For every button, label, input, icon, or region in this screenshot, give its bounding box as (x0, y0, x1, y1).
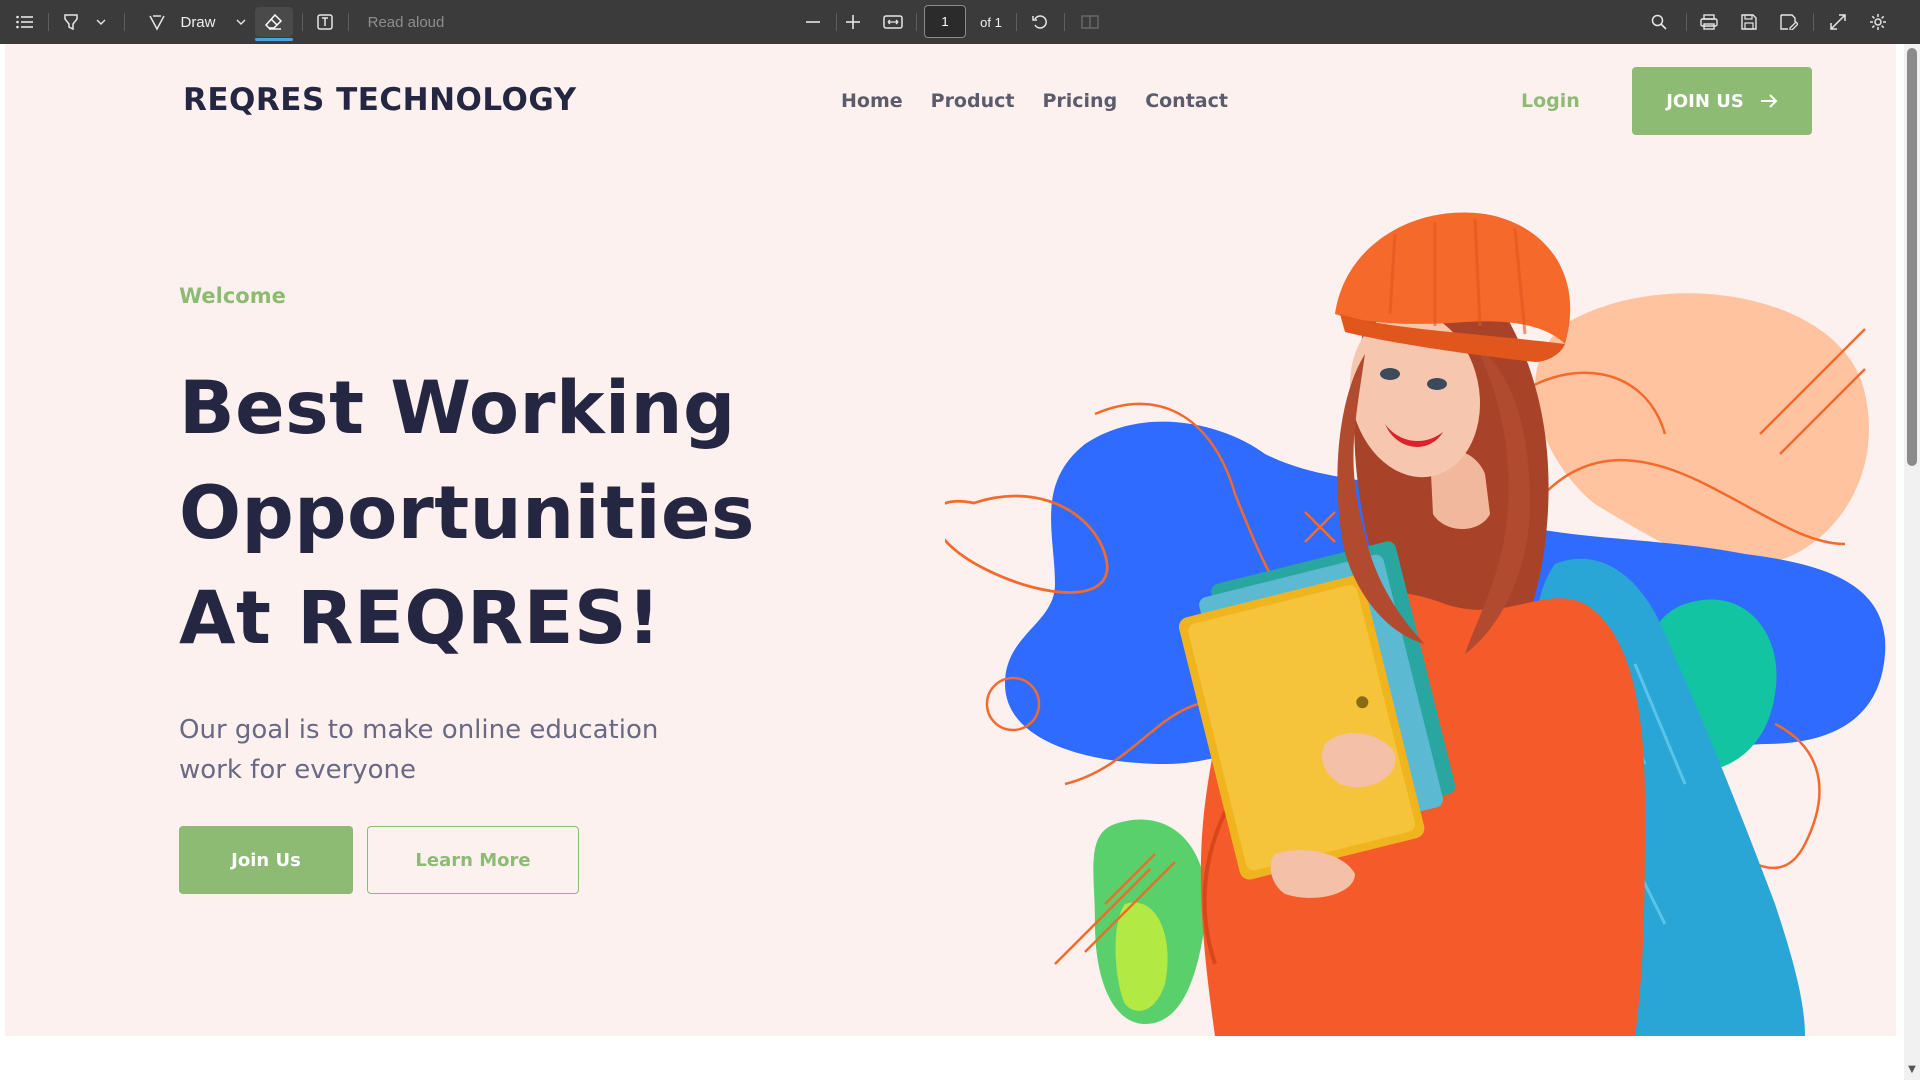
nav-contact[interactable]: Contact (1145, 90, 1228, 112)
login-link[interactable]: Login (1521, 90, 1580, 112)
hero-subtitle: Our goal is to make online education wor… (179, 715, 659, 785)
toolbar-divider (302, 13, 303, 31)
print-icon[interactable] (1696, 7, 1722, 37)
zoom-in-icon[interactable] (840, 7, 866, 37)
headline-line-2: Opportunities (179, 471, 755, 556)
draw-icon[interactable] (144, 7, 170, 37)
brand-logo[interactable]: REQRES TECHNOLOGY (183, 82, 577, 118)
hero-headline: Best Working Opportunities At REQRES! (179, 356, 939, 671)
pdf-toolbar: Draw Read aloud 1 of 1 (0, 0, 1920, 44)
page-total: of 1 (980, 14, 1002, 30)
toolbar-divider (836, 13, 837, 31)
draw-label[interactable]: Draw (178, 7, 218, 37)
two-page-icon[interactable] (1077, 7, 1103, 37)
toolbar-divider (1813, 13, 1814, 31)
fullscreen-icon[interactable] (1825, 7, 1851, 37)
join-us-button[interactable]: Join Us (179, 826, 353, 894)
hero-illustration (945, 212, 1886, 1036)
learn-more-button[interactable]: Learn More (367, 826, 579, 894)
main-nav: Home Product Pricing Contact (841, 90, 1228, 112)
zoom-out-icon[interactable] (800, 7, 826, 37)
fit-page-icon[interactable] (880, 7, 906, 37)
pdf-page: REQRES TECHNOLOGY Home Product Pricing C… (5, 44, 1896, 1080)
headline-line-1: Best Working (179, 366, 736, 451)
toolbar-divider (916, 13, 917, 31)
toolbar-divider (1064, 13, 1065, 31)
page-number-input[interactable]: 1 (924, 5, 966, 38)
nav-home[interactable]: Home (841, 90, 903, 112)
welcome-label: Welcome (179, 284, 286, 308)
settings-icon[interactable] (1865, 7, 1891, 37)
search-icon[interactable] (1646, 7, 1672, 37)
rotate-icon[interactable] (1027, 7, 1053, 37)
nav-pricing[interactable]: Pricing (1042, 90, 1117, 112)
active-tool-indicator (255, 38, 293, 41)
save-icon[interactable] (1736, 7, 1762, 37)
chevron-down-icon[interactable] (92, 7, 110, 37)
save-as-icon[interactable] (1776, 7, 1802, 37)
chevron-down-icon[interactable] (232, 7, 250, 37)
hero-section: REQRES TECHNOLOGY Home Product Pricing C… (5, 44, 1896, 1036)
toolbar-divider (124, 13, 125, 31)
toolbar-divider (348, 13, 349, 31)
toolbar-divider (48, 13, 49, 31)
eraser-icon[interactable] (255, 7, 293, 37)
scroll-down-icon[interactable]: ▼ (1905, 1064, 1919, 1078)
join-us-header-label: JOIN US (1666, 90, 1744, 112)
contents-icon[interactable] (12, 7, 38, 37)
arrow-right-icon (1760, 94, 1778, 108)
text-box-icon[interactable] (312, 7, 338, 37)
join-us-header-button[interactable]: JOIN US (1632, 67, 1812, 135)
highlight-icon[interactable] (58, 7, 84, 37)
scrollbar-thumb[interactable] (1907, 48, 1917, 466)
read-aloud-button[interactable]: Read aloud (364, 7, 448, 37)
toolbar-divider (1016, 13, 1017, 31)
headline-line-3: At REQRES! (179, 576, 661, 661)
nav-product[interactable]: Product (931, 90, 1015, 112)
toolbar-divider (1686, 13, 1687, 31)
